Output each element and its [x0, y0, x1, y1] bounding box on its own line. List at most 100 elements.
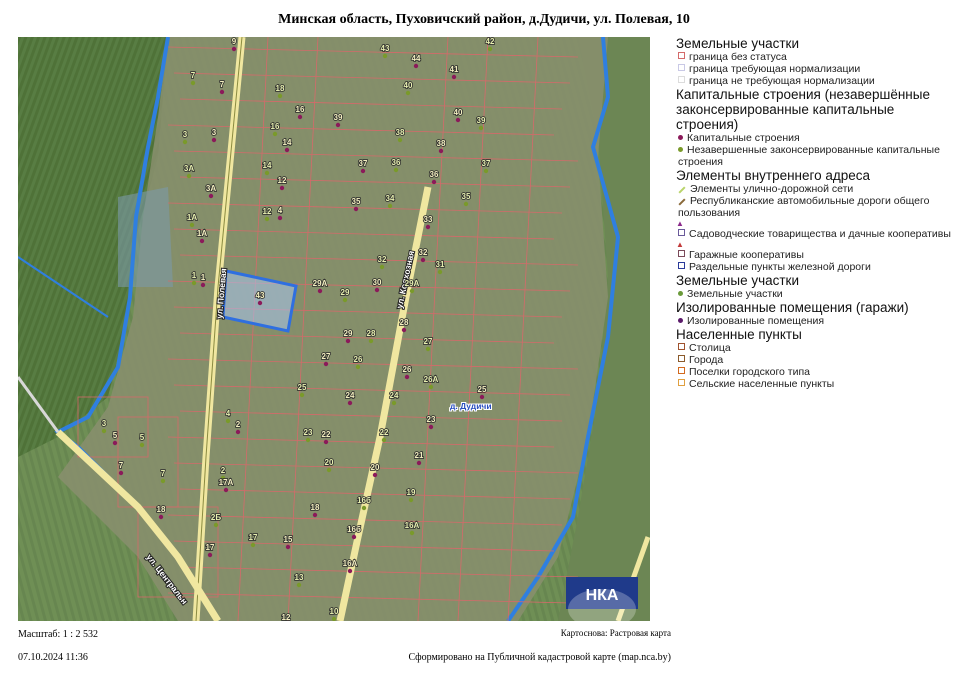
parcel-number[interactable]: 3 [211, 127, 218, 143]
parcel-number-label: 16б [347, 525, 361, 534]
parcel-point [312, 512, 318, 518]
parcel-number[interactable]: 3 [182, 129, 189, 145]
parcel-number-label: 42 [486, 37, 495, 46]
parcel-point [213, 522, 219, 528]
parcel-point [361, 505, 367, 511]
parcel-point [335, 122, 341, 128]
parcel-point [189, 222, 195, 228]
legend-symbol-icon: ▲ [676, 240, 684, 249]
parcel-point [437, 269, 443, 275]
parcel-point [186, 173, 192, 179]
parcel-point [382, 53, 388, 59]
parcel-point [342, 297, 348, 303]
parcel-number-label: 36 [430, 170, 439, 179]
legend-item: Гаражные кооперативы [676, 249, 960, 261]
parcel-number-label: 5 [140, 433, 145, 442]
parcel-number-label: 7 [220, 80, 225, 89]
parcel-number-label: 28 [400, 318, 409, 327]
parcel-number-label: 29 [344, 329, 353, 338]
parcel-point [285, 544, 291, 550]
parcel-number-label: 31 [436, 260, 445, 269]
map-canvas[interactable]: ул. Полевая ул. Колхозная ул. Центральн … [18, 37, 650, 621]
parcel-point [112, 440, 118, 446]
parcel-point [416, 460, 422, 466]
parcel-number-label: 7 [119, 461, 124, 470]
parcel-number-label: 4 [226, 409, 231, 418]
map-view[interactable]: ул. Полевая ул. Колхозная ул. Центральн … [18, 37, 650, 621]
parcel-point [101, 428, 107, 434]
legend-heading: Земельные участки [676, 273, 800, 288]
parcel-point [207, 552, 213, 558]
parcel-number-label: 14 [283, 138, 292, 147]
parcel-number[interactable]: 7 [118, 460, 125, 476]
parcel-number-label: 26А [424, 375, 439, 384]
parcel-number-label: 10 [330, 607, 339, 616]
parcel-number-label: 29А [405, 279, 420, 288]
parcel-point [401, 327, 407, 333]
parcel-point [191, 280, 197, 286]
parcel-number[interactable]: 3 [101, 418, 108, 434]
parcel-point [219, 89, 225, 95]
parcel-number[interactable]: 5 [139, 432, 146, 448]
parcel-point [257, 300, 263, 306]
parcel-point [277, 215, 283, 221]
parcel-point [409, 288, 415, 294]
legend-heading: Капитальные строения (незавершённые зако… [676, 87, 930, 132]
parcel-point [264, 170, 270, 176]
parcel-point [208, 193, 214, 199]
parcel-number-label: 20 [371, 463, 380, 472]
parcel-point [347, 568, 353, 574]
parcel-point [225, 418, 231, 424]
parcel-number-label: 32 [419, 248, 428, 257]
parcel-number[interactable]: 5 [112, 430, 119, 446]
parcel-number-label: 44 [412, 54, 421, 63]
parcel-number[interactable]: 4 [277, 205, 284, 221]
parcel-point [182, 139, 188, 145]
parcel-number-label: 27 [424, 337, 433, 346]
parcel-point [360, 168, 366, 174]
parcel-point [345, 338, 351, 344]
parcel-number[interactable]: 7 [190, 70, 197, 86]
parcel-number-label: 23 [427, 415, 436, 424]
parcel-number[interactable]: 9 [231, 37, 238, 52]
parcel-number[interactable]: 1 [191, 270, 198, 286]
parcel-number-label: 16А [405, 521, 420, 530]
parcel-point [299, 392, 305, 398]
parcel-number-label: 24 [346, 391, 355, 400]
parcel-number-label: 2Б [211, 513, 221, 522]
parcel-number[interactable]: 7 [219, 79, 226, 95]
parcel-number-label: 7 [161, 469, 166, 478]
parcel-number[interactable]: 1 [200, 272, 207, 288]
parcel-number-label: 5 [113, 431, 118, 440]
parcel-number-label: 3А [184, 164, 194, 173]
legend-item: Республиканские автомобильные дороги общ… [678, 195, 930, 219]
legend-heading: Земельные участки [676, 36, 800, 51]
parcel-number[interactable]: 7 [160, 468, 167, 484]
parcel-number-label: 17 [249, 533, 258, 542]
parcel-point [479, 394, 485, 400]
legend-item: Столица [676, 342, 960, 354]
parcel-point [305, 437, 311, 443]
parcel-number-label: 35 [352, 197, 361, 206]
parcel-number-label: 18 [157, 505, 166, 514]
parcel-number-label: 38 [396, 128, 405, 137]
parcel-number[interactable]: 4 [225, 408, 232, 424]
parcel-number-label: 26 [354, 355, 363, 364]
parcel-number-label: 17 [206, 543, 215, 552]
parcel-point [190, 80, 196, 86]
parcel-number-label: 1 [192, 271, 197, 280]
parcel-point [297, 114, 303, 120]
parcel-point [250, 542, 256, 548]
parcel-point [438, 148, 444, 154]
parcel-point [326, 467, 332, 473]
parcel-number[interactable]: 12 [281, 612, 292, 621]
parcel-number-label: 22 [322, 430, 331, 439]
parcel-point [323, 361, 329, 367]
legend-item: Изолированные помещения [676, 315, 960, 327]
parcel-number-label: 40 [454, 108, 463, 117]
parcel-number[interactable]: 2 [235, 419, 242, 435]
parcel-number-label: 2 [236, 420, 241, 429]
parcel-number-label: 3 [183, 130, 188, 139]
nca-logo: НКА [566, 577, 638, 621]
parcel-number-label: 28 [367, 329, 376, 338]
